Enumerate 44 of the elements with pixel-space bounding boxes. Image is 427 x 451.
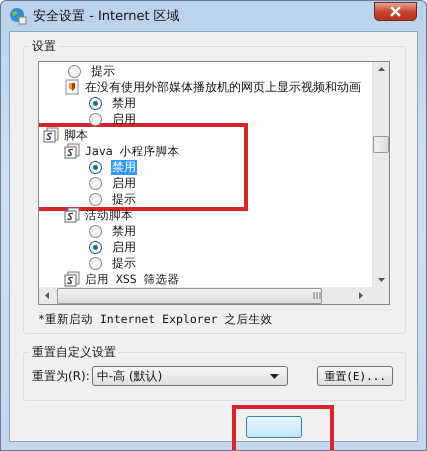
up-arrow-icon[interactable]	[378, 67, 384, 71]
reset-label: 重置为(R):	[32, 368, 90, 384]
radio-button[interactable]	[68, 64, 81, 78]
radio-button[interactable]	[89, 240, 102, 254]
option-label[interactable]: 启用	[111, 240, 137, 254]
option-label[interactable]: 禁用	[111, 224, 137, 238]
grip-icon	[313, 292, 321, 299]
radio-button[interactable]	[89, 176, 102, 190]
option-label[interactable]: 提示	[111, 256, 137, 270]
restart-note: *重新启动 Internet Explorer 之后生效	[38, 312, 274, 328]
radio-button[interactable]	[89, 256, 102, 270]
setting-label: 在没有使用外部媒体播放机的网页上显示视频和动画	[84, 80, 362, 94]
radio-button[interactable]	[89, 224, 102, 238]
window-title: 安全设置 - Internet 区域	[33, 8, 180, 25]
close-button[interactable]	[374, 2, 417, 21]
radio-button[interactable]	[89, 192, 102, 206]
option-label[interactable]: 禁用	[111, 96, 137, 110]
radio-button[interactable]	[89, 160, 102, 174]
radio-button[interactable]	[89, 96, 102, 110]
scroll-thumb[interactable]	[57, 288, 322, 304]
setting-label: 活动脚本	[84, 208, 134, 222]
right-arrow-icon[interactable]	[359, 292, 363, 299]
shield-icon	[64, 79, 80, 95]
close-icon	[390, 6, 401, 17]
option-label[interactable]: 启用	[111, 176, 137, 190]
left-arrow-icon[interactable]	[45, 292, 49, 299]
option-label[interactable]: 提示	[90, 64, 116, 78]
down-arrow-icon[interactable]	[378, 278, 384, 282]
horizontal-scrollbar[interactable]	[39, 287, 389, 304]
caret-icon	[270, 374, 279, 378]
scroll-thumb[interactable]	[373, 136, 389, 153]
option-label[interactable]: 提示	[111, 192, 137, 206]
setting-label: Java 小程序脚本	[84, 144, 181, 158]
setting-label: 启用 XSS 筛选器	[84, 272, 181, 286]
ok-button[interactable]	[246, 416, 302, 438]
group-legend: 重置自定义设置	[30, 344, 118, 361]
reset-button[interactable]: 重置(E)...	[317, 366, 393, 386]
level-dropdown[interactable]: 中-高 (默认)	[92, 366, 288, 386]
radio-button[interactable]	[89, 112, 102, 126]
option-label[interactable]: 启用	[111, 112, 137, 126]
vertical-scrollbar[interactable]	[372, 62, 389, 287]
category-label: 脚本	[63, 128, 89, 142]
script-icon	[64, 271, 80, 287]
globe-icon	[9, 7, 27, 25]
